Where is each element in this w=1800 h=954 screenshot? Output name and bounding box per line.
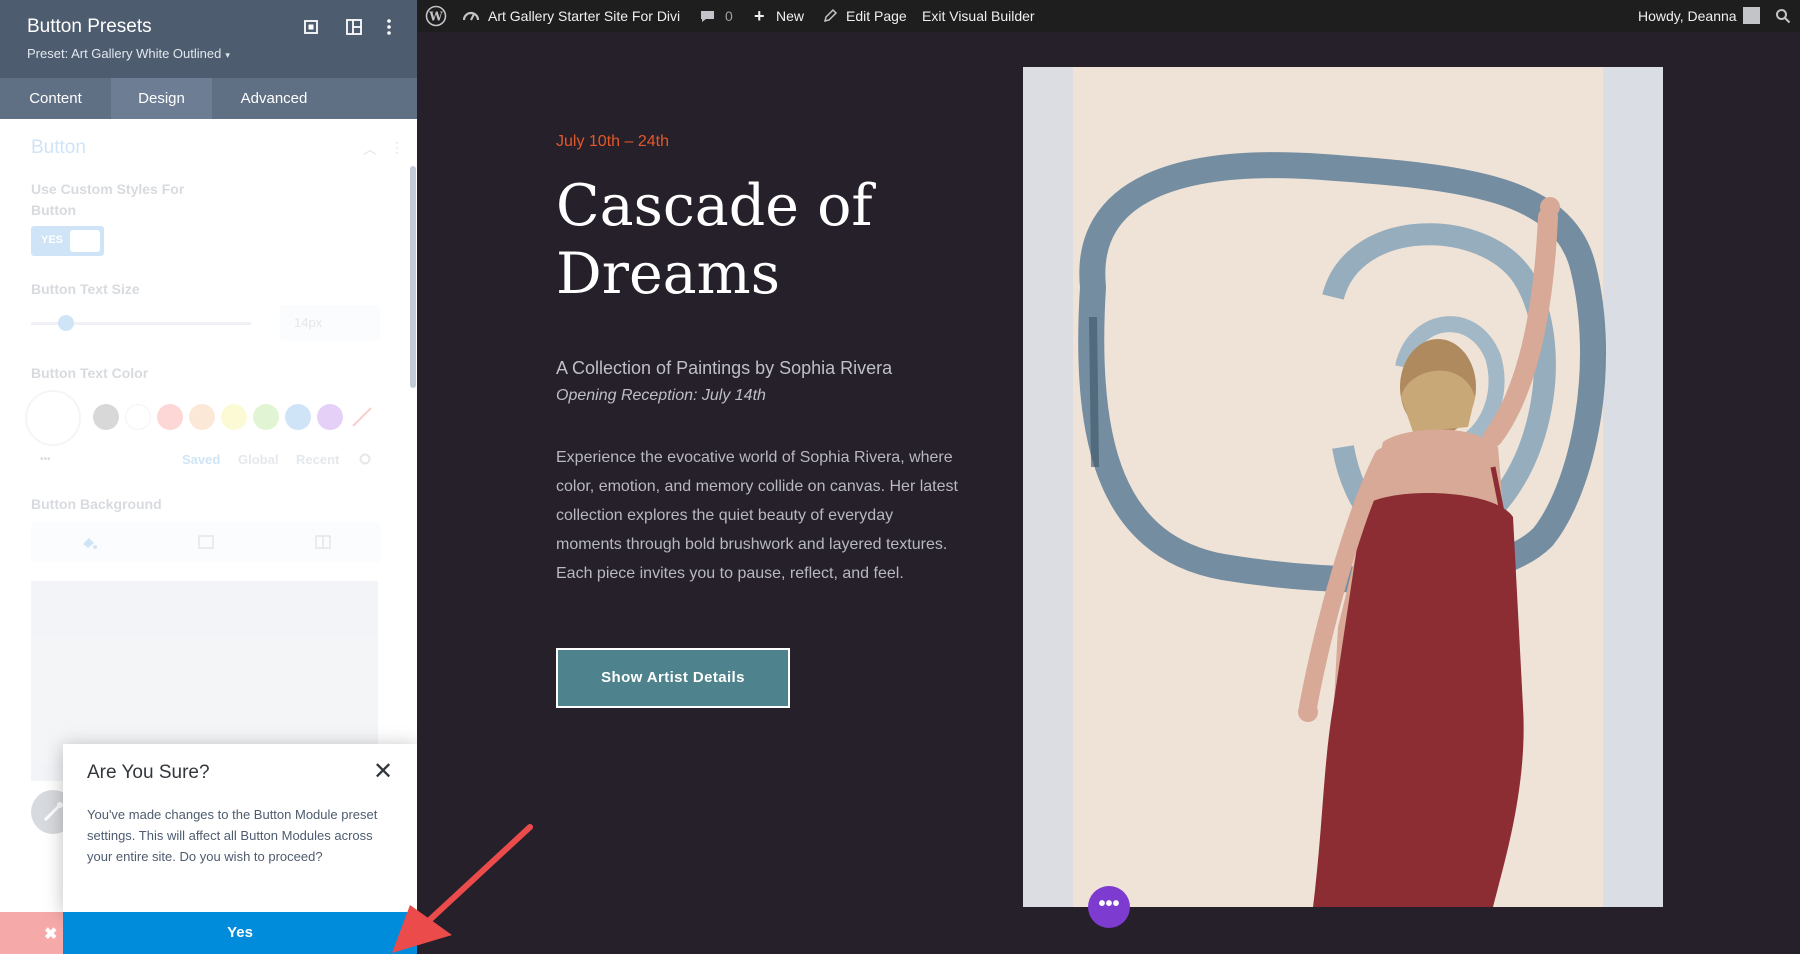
- more-options-icon[interactable]: [378, 16, 400, 38]
- exhibition-dates: July 10th – 24th: [556, 133, 669, 150]
- cancel-icon: ✖: [44, 926, 58, 943]
- confirm-dialog: Are You Sure? ✕ You've made changes to t…: [63, 744, 417, 912]
- artist-painting-image: [1023, 67, 1663, 907]
- text-size-input[interactable]: 14px: [280, 305, 380, 341]
- color-swatch-purple[interactable]: [317, 404, 343, 430]
- current-color-swatch[interactable]: [25, 390, 81, 446]
- panel-title: Button Presets: [27, 16, 152, 37]
- settings-gear-icon[interactable]: [358, 452, 372, 466]
- panel-header: Button Presets Preset: Art Gallery White…: [0, 0, 417, 78]
- preset-selector[interactable]: Preset: Art Gallery White Outlined ▾: [27, 46, 230, 61]
- confirm-yes-button[interactable]: Yes: [63, 912, 417, 954]
- page-subtitle: A Collection of Paintings by Sophia Rive…: [556, 358, 893, 378]
- expand-icon[interactable]: [300, 16, 322, 38]
- more-swatches-icon[interactable]: •••: [40, 454, 51, 465]
- custom-styles-label: Use Custom Styles For Button: [31, 181, 185, 218]
- dialog-message: You've made changes to the Button Module…: [87, 807, 378, 864]
- site-name-link[interactable]: Art Gallery Starter Site For Divi: [488, 0, 680, 32]
- color-swatch-white[interactable]: [125, 404, 151, 430]
- chevron-up-icon[interactable]: ︿: [363, 139, 377, 159]
- swatch-tab-saved[interactable]: Saved: [182, 452, 220, 467]
- tab-advanced[interactable]: Advanced: [212, 78, 336, 119]
- page-canvas: July 10th – 24th Cascade of Dreams A Col…: [417, 32, 1800, 954]
- edit-page-link[interactable]: Edit Page: [846, 0, 907, 32]
- section-menu-icon[interactable]: ⋮: [390, 139, 404, 156]
- new-content-link[interactable]: New: [776, 0, 804, 32]
- text-size-slider-handle[interactable]: [58, 315, 74, 331]
- swatch-tab-global[interactable]: Global: [238, 452, 278, 467]
- preset-label: Preset: Art Gallery White Outlined: [27, 46, 222, 61]
- plus-icon[interactable]: +: [754, 0, 765, 32]
- tab-design[interactable]: Design: [111, 78, 212, 119]
- wp-admin-bar: W Art Gallery Starter Site For Divi 0 + …: [417, 0, 1800, 32]
- wordpress-logo-icon[interactable]: W: [425, 5, 447, 27]
- image-icon[interactable]: [313, 532, 333, 552]
- background-type-tabs: [31, 522, 381, 562]
- more-actions-button[interactable]: •••: [1088, 886, 1130, 928]
- show-artist-details-button[interactable]: Show Artist Details: [556, 648, 790, 708]
- color-swatch-yellow[interactable]: [221, 404, 247, 430]
- dialog-title: Are You Sure?: [87, 762, 210, 783]
- comments-icon[interactable]: [699, 8, 716, 25]
- gradient-icon[interactable]: [196, 532, 216, 552]
- background-label: Button Background: [31, 496, 162, 512]
- text-size-label: Button Text Size: [31, 281, 140, 297]
- color-fill-icon[interactable]: [79, 532, 99, 552]
- color-swatch-orange[interactable]: [189, 404, 215, 430]
- panel-scrollbar[interactable]: [410, 166, 416, 388]
- swatch-tab-recent[interactable]: Recent: [296, 452, 339, 467]
- annotation-arrow-icon: [392, 824, 533, 953]
- toggle-knob: [70, 230, 100, 252]
- close-icon[interactable]: ✕: [373, 760, 393, 784]
- split-view-icon[interactable]: [343, 16, 365, 38]
- section-title[interactable]: Button: [31, 137, 86, 159]
- clear-color-icon[interactable]: [349, 404, 375, 430]
- custom-styles-toggle[interactable]: YES: [31, 226, 104, 256]
- avatar[interactable]: [1743, 7, 1760, 24]
- caret-down-icon: ▾: [225, 50, 230, 60]
- color-swatch-green[interactable]: [253, 404, 279, 430]
- tab-content[interactable]: Content: [0, 78, 111, 119]
- color-swatch-blue[interactable]: [285, 404, 311, 430]
- description-text: Experience the evocative world of Sophia…: [556, 449, 958, 582]
- text-color-label: Button Text Color: [31, 365, 149, 381]
- color-swatch-gray[interactable]: [93, 404, 119, 430]
- cancel-button[interactable]: ✖: [0, 912, 63, 954]
- reception-note: Opening Reception: July 14th: [556, 387, 766, 404]
- search-icon[interactable]: [1775, 8, 1791, 24]
- svg-text:W: W: [428, 10, 443, 24]
- exit-builder-link[interactable]: Exit Visual Builder: [922, 0, 1035, 32]
- comments-count[interactable]: 0: [725, 0, 733, 32]
- user-greeting[interactable]: Howdy, Deanna: [1638, 0, 1737, 32]
- page-headline: Cascade of Dreams: [556, 173, 873, 307]
- panel-tabs: Content Design Advanced: [0, 78, 417, 119]
- color-swatch-red[interactable]: [157, 404, 183, 430]
- dashboard-icon[interactable]: [462, 7, 480, 25]
- toggle-label: YES: [41, 234, 64, 246]
- edit-pencil-icon[interactable]: [822, 8, 838, 24]
